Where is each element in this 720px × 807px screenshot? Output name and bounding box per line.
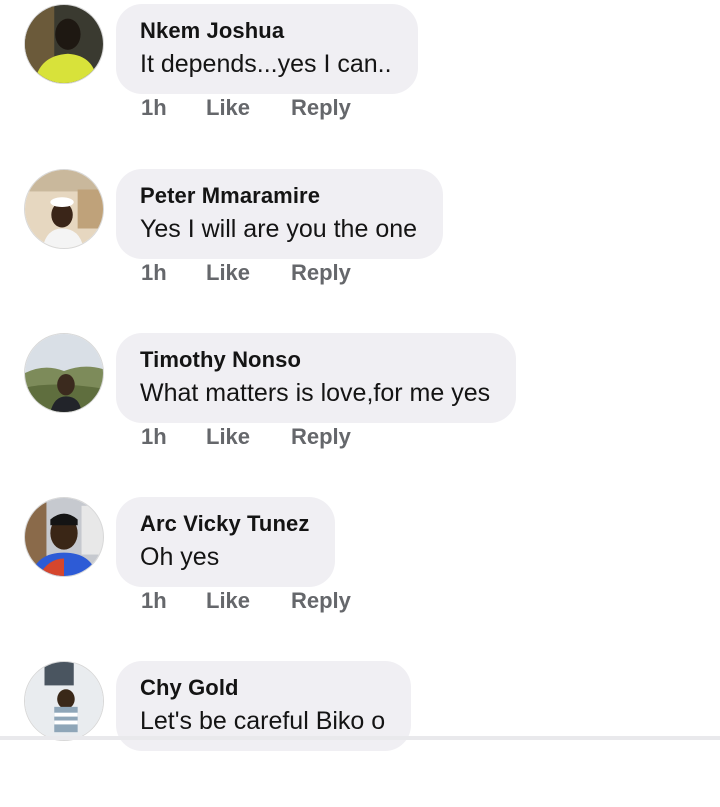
- comment-item: Timothy Nonso What matters is love,for m…: [0, 329, 720, 479]
- comment-item: Peter Mmaramire Yes I will are you the o…: [0, 165, 720, 315]
- commenter-name[interactable]: Chy Gold: [140, 675, 385, 701]
- comment-text: Yes I will are you the one: [140, 215, 418, 243]
- avatar-image: [25, 5, 103, 83]
- comment-item: Arc Vicky Tunez Oh yes 1h Like Reply: [0, 493, 720, 643]
- comment-time[interactable]: 1h: [141, 94, 206, 122]
- commenter-name[interactable]: Timothy Nonso: [140, 347, 490, 373]
- avatar[interactable]: [24, 333, 104, 413]
- commenter-name[interactable]: Nkem Joshua: [140, 18, 392, 44]
- like-button[interactable]: Like: [206, 94, 291, 122]
- comment-time[interactable]: 1h: [141, 587, 206, 615]
- comment-bubble: Peter Mmaramire Yes I will are you the o…: [116, 169, 444, 259]
- reply-button[interactable]: Reply: [291, 587, 351, 615]
- comment-actions: 1h Like Reply: [141, 423, 351, 451]
- avatar-image: [25, 498, 103, 576]
- comment-actions: 1h Like Reply: [141, 259, 351, 287]
- avatar-image: [25, 170, 103, 248]
- comment-actions: 1h Like Reply: [141, 94, 351, 122]
- reply-button[interactable]: Reply: [291, 423, 351, 451]
- like-button[interactable]: Like: [206, 259, 291, 287]
- bottom-divider: [0, 736, 720, 740]
- commenter-name[interactable]: Peter Mmaramire: [140, 183, 417, 209]
- avatar-image: [25, 662, 103, 740]
- comment-bubble: Nkem Joshua It depends...yes I can..: [116, 4, 418, 94]
- like-button[interactable]: Like: [206, 587, 291, 615]
- comment-text: Oh yes: [140, 543, 220, 571]
- comment-time[interactable]: 1h: [141, 423, 206, 451]
- comment-bubble: Timothy Nonso What matters is love,for m…: [116, 333, 517, 423]
- comment-text: What matters is love,for me yes: [140, 379, 491, 407]
- comment-text: It depends...yes I can..: [140, 50, 392, 78]
- comment-item: Nkem Joshua It depends...yes I can.. 1h L…: [0, 0, 720, 150]
- avatar[interactable]: [24, 661, 104, 741]
- commenter-name[interactable]: Arc Vicky Tunez: [140, 511, 309, 537]
- avatar-image: [25, 334, 103, 412]
- like-button[interactable]: Like: [206, 423, 291, 451]
- avatar[interactable]: [24, 169, 104, 249]
- reply-button[interactable]: Reply: [291, 94, 351, 122]
- avatar[interactable]: [24, 4, 104, 84]
- comment-item: Chy Gold Let's be careful Biko o: [0, 657, 720, 807]
- avatar[interactable]: [24, 497, 104, 577]
- comment-actions: 1h Like Reply: [141, 587, 351, 615]
- comment-text: Let's be careful Biko o: [140, 707, 386, 735]
- comment-time[interactable]: 1h: [141, 259, 206, 287]
- comment-bubble: Arc Vicky Tunez Oh yes: [116, 497, 336, 587]
- reply-button[interactable]: Reply: [291, 259, 351, 287]
